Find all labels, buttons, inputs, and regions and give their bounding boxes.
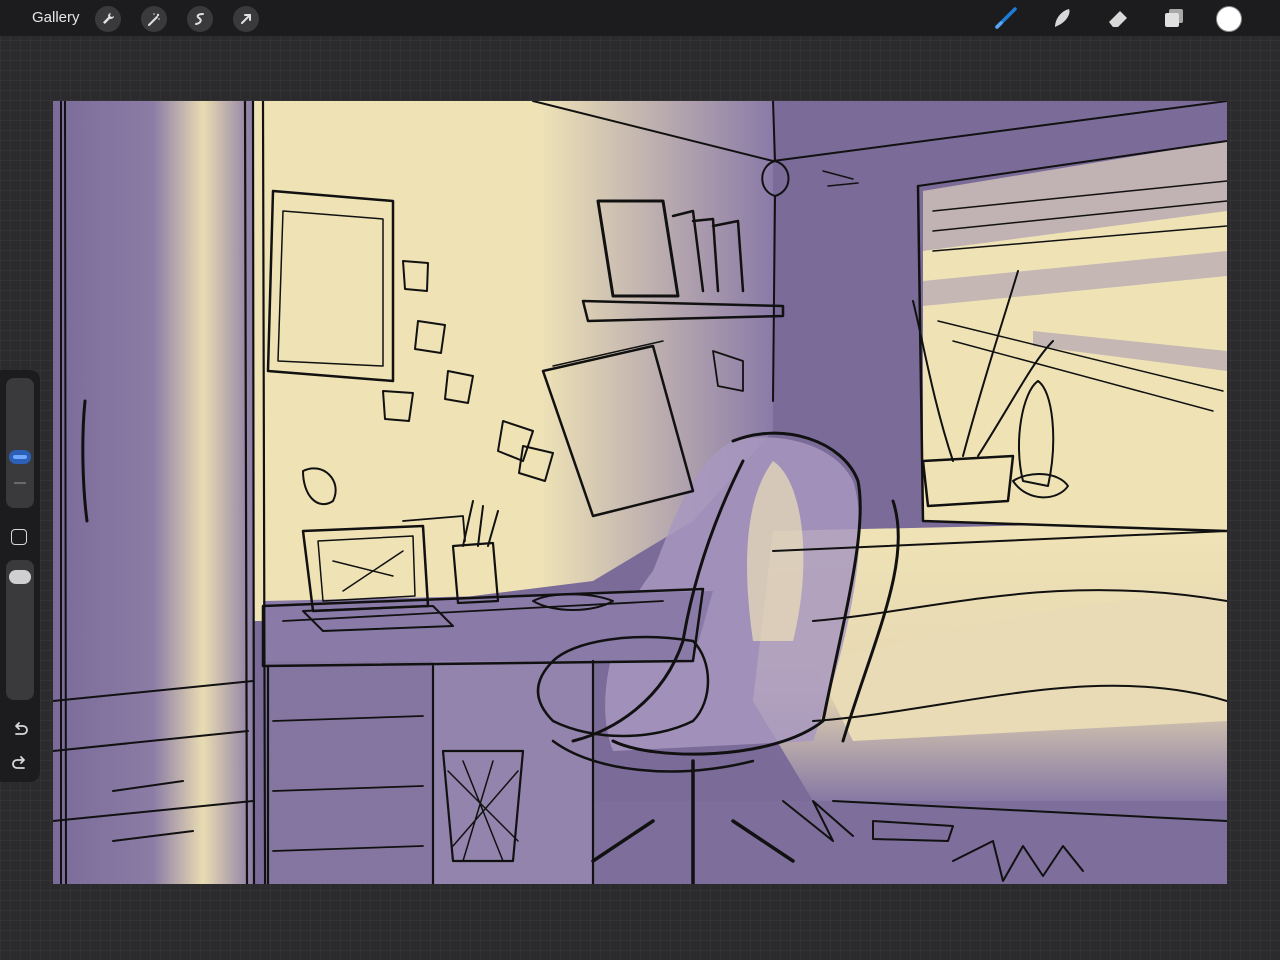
- smudge-icon: [1055, 9, 1070, 27]
- left-sidebar: [0, 370, 40, 782]
- selection-button[interactable]: [187, 6, 213, 32]
- eraser-tool-button[interactable]: [1104, 4, 1132, 32]
- eraser-icon: [1109, 11, 1127, 27]
- opacity-handle[interactable]: [9, 570, 31, 584]
- brush-tool-button[interactable]: [992, 4, 1020, 32]
- move-icon: [241, 14, 251, 24]
- selection-icon: [195, 13, 204, 25]
- smudge-tool-button[interactable]: [1048, 4, 1076, 32]
- modify-button[interactable]: [11, 529, 27, 545]
- drawing-canvas[interactable]: [53, 101, 1227, 884]
- layers-icon: [1165, 9, 1183, 27]
- transform-button[interactable]: [233, 6, 259, 32]
- brush-opacity-slider[interactable]: [6, 560, 34, 700]
- redo-icon[interactable]: [10, 754, 30, 774]
- wrench-icon: [103, 13, 114, 24]
- adjustments-button[interactable]: [141, 6, 167, 32]
- undo-icon[interactable]: [10, 720, 30, 740]
- magic-wand-icon: [148, 13, 160, 26]
- layers-button[interactable]: [1160, 4, 1188, 32]
- color-picker-button[interactable]: [1216, 6, 1242, 32]
- brush-size-slider[interactable]: [6, 378, 34, 508]
- brush-size-handle[interactable]: [9, 450, 31, 464]
- gallery-button[interactable]: Gallery: [32, 9, 80, 26]
- actions-button[interactable]: [95, 6, 121, 32]
- sketch-artwork: [53, 101, 1227, 884]
- brush-icon: [995, 7, 1017, 29]
- top-toolbar: Gallery: [0, 0, 1280, 36]
